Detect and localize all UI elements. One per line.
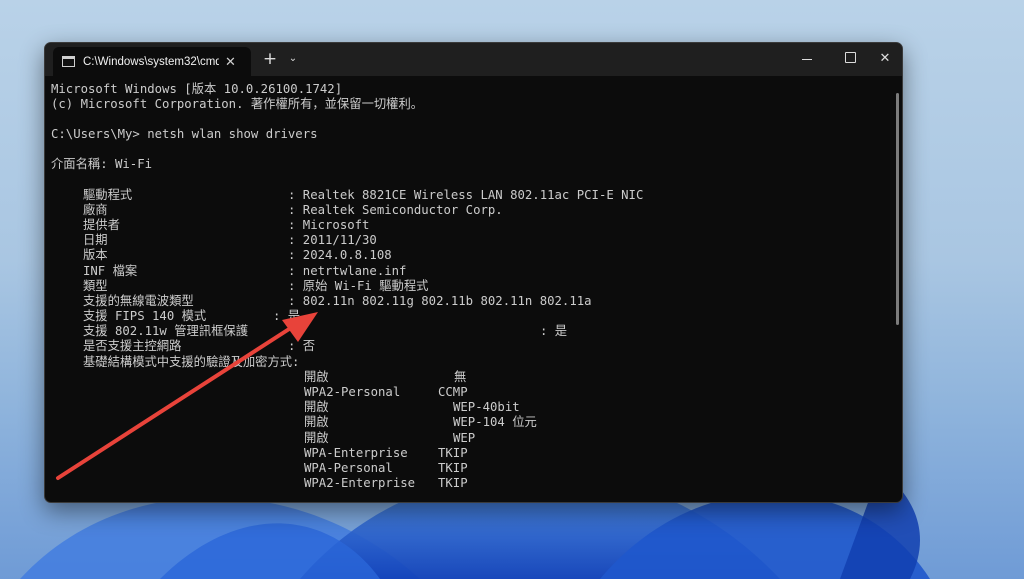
maximize-button[interactable] <box>837 49 863 69</box>
prop-value: : 2011/11/30 <box>288 233 377 247</box>
interface-name: 介面名稱: Wi-Fi <box>51 157 153 171</box>
tab-dropdown-button[interactable]: ⌄ <box>285 49 301 69</box>
prop-row: 支援的無線電波類型 : 802.11n 802.11g 802.11b 802.… <box>51 294 592 309</box>
prop-row: 是否支援主控網路 : 否 <box>51 339 315 354</box>
auth-type: WPA-Personal <box>304 461 393 475</box>
auth-row: 開啟 WEP-40bit <box>51 400 520 415</box>
prop-row: 類型 : 原始 Wi-Fi 驅動程式 <box>51 279 428 294</box>
cipher-type: WEP <box>453 431 476 445</box>
auth-type: 開啟 <box>304 370 329 384</box>
cipher-type: WEP-40bit <box>453 400 520 414</box>
prop-value: : 802.11n 802.11g 802.11b 802.11n 802.11… <box>288 294 592 308</box>
prop-key: 支援 FIPS 140 模式 <box>83 309 207 323</box>
close-button[interactable]: ✕ <box>874 49 896 69</box>
new-tab-button[interactable]: + <box>261 49 279 69</box>
prop-key: 廠商 <box>83 203 108 217</box>
prop-value: : Microsoft <box>288 218 370 232</box>
minimize-icon <box>802 58 812 60</box>
tab-title: C:\Windows\system32\cmd.exe <box>83 55 219 68</box>
maximize-icon <box>844 52 856 63</box>
auth-header: 基礎結構模式中支援的驗證及加密方式: <box>51 355 299 370</box>
cipher-type: WEP-104 位元 <box>453 415 537 429</box>
prop-value: : 是 <box>273 309 301 323</box>
auth-type: WPA2-Personal <box>304 385 401 399</box>
cipher-type: TKIP <box>438 461 468 475</box>
prop-value: : netrtwlane.inf <box>288 264 407 278</box>
auth-row: WPA2-Enterprise TKIP <box>51 476 468 491</box>
tab-close-icon[interactable]: ✕ <box>225 54 236 70</box>
prop-value: : Realtek 8821CE Wireless LAN 802.11ac P… <box>288 188 644 202</box>
auth-row: WPA2-Personal CCMP <box>51 385 468 400</box>
auth-type: 開啟 <box>304 431 329 445</box>
prop-key: 支援的無線電波類型 <box>83 294 194 308</box>
prop-key: 類型 <box>83 279 108 293</box>
prop-key: 支援 802.11w 管理訊框保護 <box>83 324 249 338</box>
terminal-window[interactable]: C:\Windows\system32\cmd.exe ✕ + ⌄ ✕ Micr… <box>44 42 903 503</box>
auth-type: WPA-Enterprise <box>304 446 408 460</box>
banner-line: Microsoft Windows [版本 10.0.26100.1742] <box>51 82 343 96</box>
prop-row: 提供者 : Microsoft <box>51 218 369 233</box>
copyright-line: (c) Microsoft Corporation. 著作權所有，並保留一切權利… <box>51 97 424 111</box>
prop-key: 是否支援主控網路 <box>83 339 182 353</box>
prop-value: : 2024.0.8.108 <box>288 248 392 262</box>
cmd-icon <box>62 56 75 67</box>
cipher-type: 無 <box>454 370 467 384</box>
prop-row: 支援 FIPS 140 模式 : 是 <box>51 309 300 324</box>
prop-row: 支援 802.11w 管理訊框保護 : 是 <box>51 324 567 339</box>
scrollbar[interactable] <box>896 93 899 325</box>
tab-cmd[interactable]: C:\Windows\system32\cmd.exe ✕ <box>53 47 251 76</box>
auth-row: WPA-Personal TKIP <box>51 461 468 476</box>
cipher-type: TKIP <box>438 446 468 460</box>
prop-row: 版本 : 2024.0.8.108 <box>51 248 392 263</box>
prop-row: 驅動程式 : Realtek 8821CE Wireless LAN 802.1… <box>51 188 643 203</box>
prop-row: 日期 : 2011/11/30 <box>51 233 377 248</box>
prop-value: : 原始 Wi-Fi 驅動程式 <box>288 279 429 293</box>
prop-key: 提供者 <box>83 218 120 232</box>
prop-row: 廠商 : Realtek Semiconductor Corp. <box>51 203 503 218</box>
prop-row: INF 檔案 : netrtwlane.inf <box>51 264 406 279</box>
minimize-button[interactable] <box>794 49 820 69</box>
prop-key: 驅動程式 <box>83 188 133 202</box>
cipher-type: CCMP <box>438 385 468 399</box>
auth-row: 開啟 WEP-104 位元 <box>51 415 537 430</box>
auth-row: 開啟 WEP <box>51 431 475 446</box>
prop-key: 日期 <box>83 233 108 247</box>
auth-type: 開啟 <box>304 400 329 414</box>
prop-key: INF 檔案 <box>83 264 138 278</box>
cipher-type: TKIP <box>438 476 468 490</box>
prop-value: : 是 <box>540 324 568 338</box>
auth-type: WPA2-Enterprise <box>304 476 416 490</box>
prop-value: : 否 <box>288 339 316 353</box>
command-prompt: C:\Users\My> netsh wlan show drivers <box>51 127 318 141</box>
auth-row: 開啟 無 <box>51 370 466 385</box>
title-bar[interactable]: C:\Windows\system32\cmd.exe ✕ + ⌄ ✕ <box>45 43 902 76</box>
auth-type: 開啟 <box>304 415 329 429</box>
auth-row: WPA-Enterprise TKIP <box>51 446 468 461</box>
prop-key: 版本 <box>83 248 108 262</box>
auth-header-text: 基礎結構模式中支援的驗證及加密方式: <box>83 355 300 369</box>
prop-value: : Realtek Semiconductor Corp. <box>288 203 503 217</box>
